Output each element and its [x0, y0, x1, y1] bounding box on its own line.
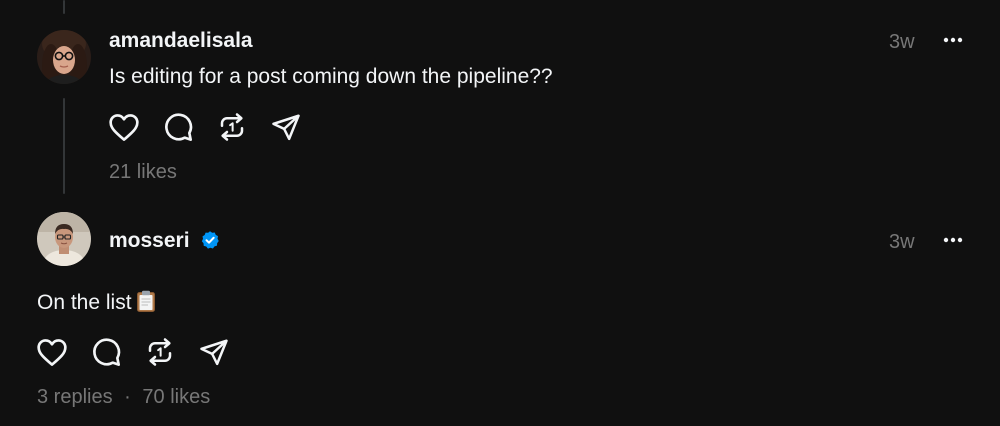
post-text-line: On the list: [37, 290, 156, 315]
comment-button[interactable]: [89, 335, 123, 369]
action-bar: [35, 335, 251, 369]
more-icon[interactable]: [942, 36, 964, 44]
timestamp[interactable]: 3w: [889, 31, 915, 54]
username[interactable]: mosseri: [109, 229, 190, 253]
avatar[interactable]: [37, 30, 91, 84]
share-button[interactable]: [269, 110, 303, 144]
thread-line: [63, 98, 65, 194]
heart-icon: [37, 339, 67, 366]
repost-button[interactable]: [143, 335, 177, 369]
heart-icon: [109, 114, 139, 141]
repost-icon: [220, 113, 244, 141]
like-button[interactable]: [35, 335, 69, 369]
repost-button[interactable]: [215, 110, 249, 144]
avatar[interactable]: [37, 212, 91, 266]
post-stats: 3 replies · 70 likes: [37, 386, 210, 409]
more-icon[interactable]: [942, 236, 964, 244]
likes-count[interactable]: 21 likes: [109, 161, 177, 184]
comment-icon: [93, 338, 121, 366]
username[interactable]: amandaelisala: [109, 29, 253, 53]
verified-badge-icon: [201, 231, 219, 249]
share-icon: [200, 339, 228, 366]
share-button[interactable]: [197, 335, 231, 369]
avatar-image: [37, 212, 91, 266]
action-bar: [107, 110, 323, 144]
comment-button[interactable]: [161, 110, 195, 144]
share-icon: [272, 114, 300, 141]
comment-icon: [165, 113, 193, 141]
likes-count[interactable]: 70 likes: [142, 386, 210, 408]
clipboard-emoji-icon: [136, 290, 155, 312]
post-text: Is editing for a post coming down the pi…: [109, 65, 553, 88]
replies-count[interactable]: 3 replies: [37, 386, 113, 408]
thread-line-top: [63, 0, 65, 14]
repost-icon: [148, 338, 172, 366]
post-text: On the list: [37, 291, 132, 314]
like-button[interactable]: [107, 110, 141, 144]
stats-separator: ·: [124, 386, 131, 408]
avatar-image: [37, 30, 91, 84]
timestamp[interactable]: 3w: [889, 231, 915, 254]
